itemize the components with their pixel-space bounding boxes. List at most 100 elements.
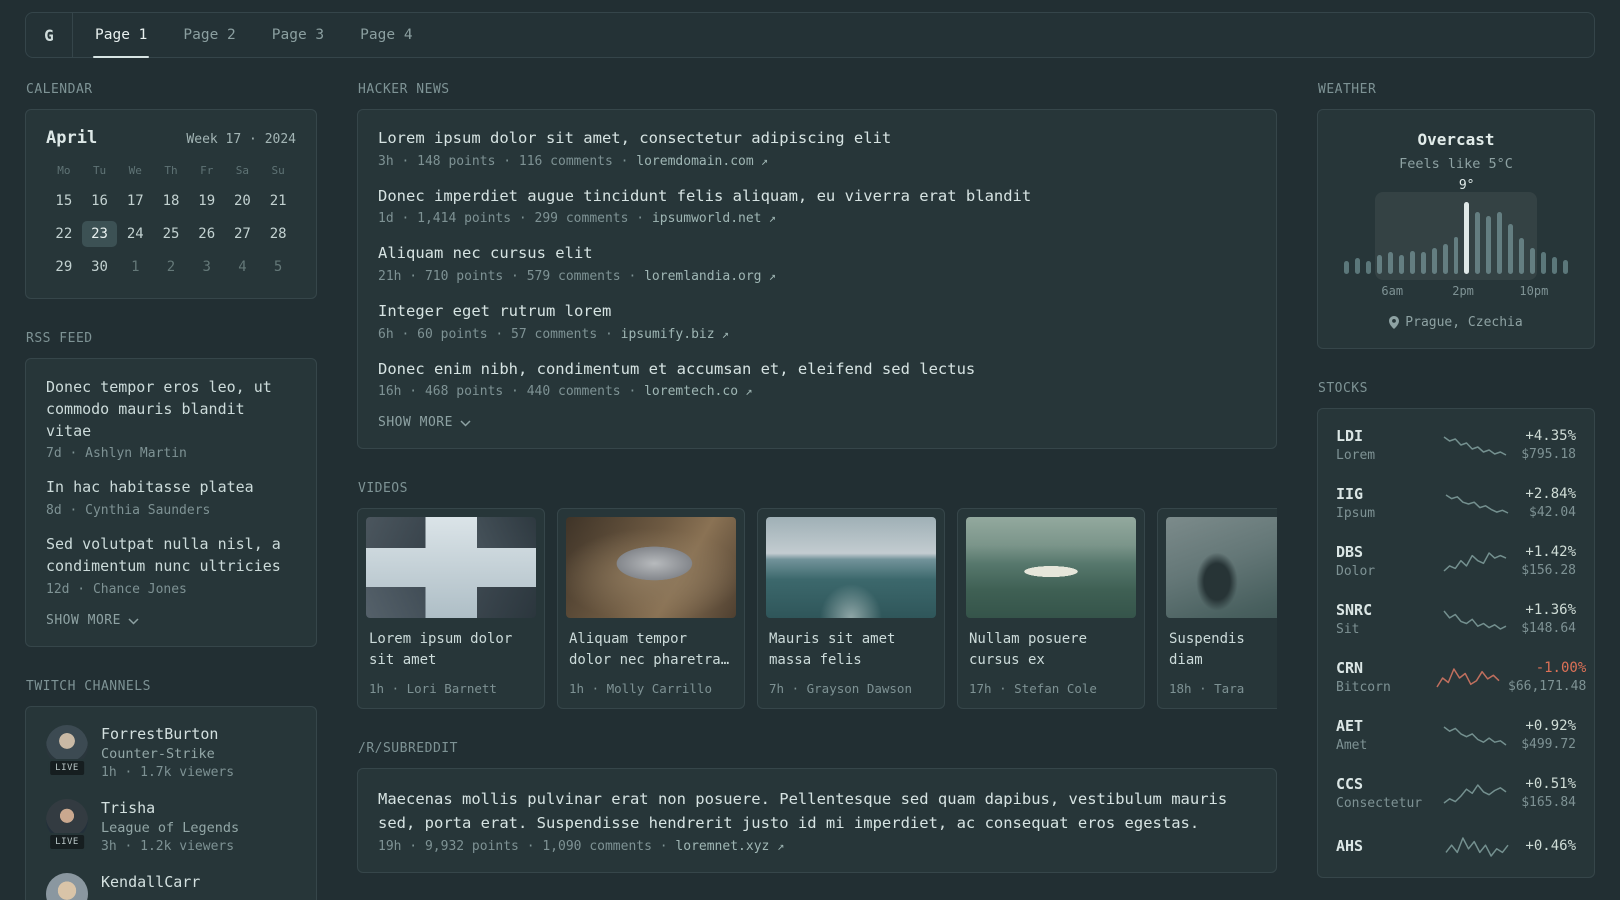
weather-card: Overcast Feels like 5°C 9° 6am 2pm 10pm Pr… [1317, 109, 1595, 349]
hn-domain-link[interactable]: ipsumify.biz [621, 327, 715, 342]
weather-time-labels: 6am 2pm 10pm [1338, 284, 1574, 300]
hn-domain-link[interactable]: loremlandia.org [644, 269, 761, 284]
external-link-icon: ↗ [753, 153, 769, 168]
stock-change: +0.51% [1525, 776, 1576, 792]
twitch-channel-info: Trisha League of Legends 3h · 1.2k viewers [101, 799, 239, 854]
weather-widget-label: WEATHER [1318, 82, 1377, 97]
navbar: G Page 1 Page 2 Page 3 Page 4 [25, 12, 1595, 58]
calendar-day: 16 [91, 193, 108, 209]
stocks-widget: STOCKS LDI Lorem +4.35% $795.18 IIG Ipsum +2.8… [1317, 381, 1595, 878]
video-card[interactable]: Nullam posuere cursus ex 17h · Stefan Col… [957, 508, 1145, 710]
calendar-header: April Week 17 · 2024 [46, 128, 296, 148]
app-logo[interactable]: G [26, 13, 73, 57]
external-link-icon: ↗ [777, 839, 785, 854]
calendar-day: 26 [198, 226, 216, 242]
hn-item-title[interactable]: Donec enim nibh, condimentum et accumsan… [378, 359, 1256, 381]
hn-item-title[interactable]: Donec imperdiet augue tincidunt felis al… [378, 186, 1256, 208]
video-card[interactable]: Lorem ipsum dolor sit amet consectetu… 1h… [357, 508, 545, 710]
twitch-channel-name[interactable]: KendallCarr [101, 873, 200, 891]
calendar-widget: CALENDAR April Week 17 · 2024 Mo Tu We Th Fr… [25, 82, 317, 299]
middle-column: HACKER NEWS Lorem ipsum dolor sit amet, … [357, 82, 1277, 900]
calendar-day: 27 [233, 226, 251, 242]
nav-tab-1[interactable]: Page 1 [77, 13, 165, 58]
main-columns: CALENDAR April Week 17 · 2024 Mo Tu We Th Fr… [25, 58, 1595, 900]
subreddit-domain-link[interactable]: loremnet.xyz [675, 839, 769, 854]
calendar-day: 24 [126, 226, 144, 242]
stock-numbers: -1.00% $66,171.48 [1508, 660, 1586, 694]
stock-row[interactable]: AHS +0.46% [1336, 833, 1576, 859]
video-title[interactable]: Nullam posuere cursus ex [966, 629, 1136, 671]
hn-meta-text: 21h · 710 points · 579 comments · [378, 269, 645, 285]
video-thumbnail[interactable] [966, 517, 1136, 619]
video-title[interactable]: Suspendis diam [1166, 629, 1277, 671]
hn-item-title[interactable]: Aliquam nec cursus elit [378, 243, 1256, 265]
weather-bar [1344, 261, 1349, 274]
hn-domain-link[interactable]: loremdomain.com [636, 154, 753, 169]
rss-item-title[interactable]: In hac habitasse platea [46, 477, 296, 499]
stock-name: Lorem [1336, 448, 1376, 463]
calendar-day: 22 [55, 226, 73, 242]
stock-row[interactable]: LDI Lorem +4.35% $795.18 [1336, 427, 1576, 463]
video-thumbnail[interactable] [566, 517, 736, 619]
hacker-news-card: Lorem ipsum dolor sit amet, consectetur … [357, 109, 1277, 450]
nav-tab-3[interactable]: Page 3 [254, 13, 342, 57]
hn-domain-link[interactable]: ipsumworld.net [652, 211, 762, 226]
nav-tab-2[interactable]: Page 2 [165, 13, 253, 57]
calendar-day: 1 [131, 259, 140, 275]
hn-domain-link[interactable]: loremtech.co [644, 384, 738, 399]
video-title[interactable]: Lorem ipsum dolor sit amet consectetu… [366, 629, 536, 671]
rss-widget-label: RSS FEED [26, 331, 93, 346]
rss-item-title[interactable]: Sed volutpat nulla nisl, a condimentum n… [46, 534, 296, 578]
weather-bar [1563, 259, 1569, 274]
nav-tab-4[interactable]: Page 4 [342, 13, 430, 57]
video-title[interactable]: Aliquam tempor dolor nec pharetra… [566, 629, 736, 671]
hn-item-title[interactable]: Lorem ipsum dolor sit amet, consectetur … [378, 128, 1256, 150]
stock-info: CCS Consectetur [1336, 775, 1428, 811]
video-thumbnail[interactable] [366, 517, 536, 619]
hn-item-title[interactable]: Integer eget rutrum lorem [378, 301, 1256, 323]
calendar-day: 28 [269, 226, 287, 242]
stock-numbers: +4.35% $795.18 [1521, 428, 1576, 462]
calendar-widget-label: CALENDAR [26, 82, 93, 97]
stock-row[interactable]: AET Amet +0.92% $499.72 [1336, 717, 1576, 753]
video-thumbnail[interactable] [1166, 517, 1277, 619]
twitch-channel[interactable]: LIVE Trisha League of Legends 3h · 1.2k vie… [46, 798, 296, 854]
stock-symbol: SNRC [1336, 601, 1373, 619]
stock-change: +2.84% [1525, 486, 1576, 502]
twitch-card: LIVE ForrestBurton Counter-Strike 1h · 1.7k… [25, 705, 317, 900]
stock-row[interactable]: CRN Bitcorn -1.00% $66,171.48 [1336, 659, 1586, 695]
external-link-icon: ↗ [738, 384, 753, 399]
hn-item: Integer eget rutrum lorem 6h · 60 points … [378, 301, 1256, 342]
stock-row[interactable]: SNRC Sit +1.36% $148.64 [1336, 601, 1576, 637]
video-title[interactable]: Mauris sit amet massa felis [766, 629, 936, 671]
hn-item: Donec enim nibh, condimentum et accumsan… [378, 359, 1256, 400]
video-thumbnail[interactable] [766, 517, 936, 619]
video-card[interactable]: Mauris sit amet massa felis 7h · Grayson … [757, 508, 945, 710]
twitch-channel-name[interactable]: Trisha [101, 799, 239, 817]
twitch-channel[interactable]: LIVE ForrestBurton Counter-Strike 1h · 1.7k… [46, 724, 296, 780]
stock-row[interactable]: DBS Dolor +1.42% $156.28 [1336, 543, 1576, 579]
hn-show-more-button[interactable]: SHOW MORE [378, 415, 471, 430]
subreddit-post-title[interactable]: Maecenas mollis pulvinar erat non posuer… [378, 787, 1256, 835]
video-card[interactable]: Suspendis diam 18h · Tara [1157, 508, 1277, 710]
stock-numbers: +1.42% $156.28 [1521, 544, 1576, 578]
hn-meta-text: 6h · 60 points · 57 comments · [378, 326, 621, 342]
stock-row[interactable]: IIG Ipsum +2.84% $42.04 [1336, 485, 1576, 521]
video-card[interactable]: Aliquam tempor dolor nec pharetra… 1h · M… [557, 508, 745, 710]
rss-item-title[interactable]: Donec tempor eros leo, ut commodo mauris… [46, 377, 296, 442]
rss-show-more-button[interactable]: SHOW MORE [46, 613, 139, 628]
stock-sparkline [1436, 722, 1513, 748]
stock-row[interactable]: CCS Consectetur +0.51% $165.84 [1336, 775, 1576, 811]
stock-info: CRN Bitcorn [1336, 659, 1428, 695]
stock-change: +4.35% [1525, 428, 1576, 444]
calendar-day: 30 [91, 259, 108, 275]
calendar-day: 21 [269, 193, 287, 209]
weather-temp-label: 9° [1458, 178, 1475, 193]
twitch-channel[interactable]: LIVE KendallCarr [46, 872, 296, 900]
calendar-card: April Week 17 · 2024 Mo Tu We Th Fr Sa Su 15 16 1… [25, 109, 317, 299]
stock-price: $66,171.48 [1508, 679, 1587, 694]
twitch-channel-name[interactable]: ForrestBurton [101, 725, 234, 743]
stock-name: Ipsum [1336, 506, 1376, 521]
sparkline-chart-icon [1436, 668, 1500, 688]
calendar-day: 25 [162, 226, 180, 242]
